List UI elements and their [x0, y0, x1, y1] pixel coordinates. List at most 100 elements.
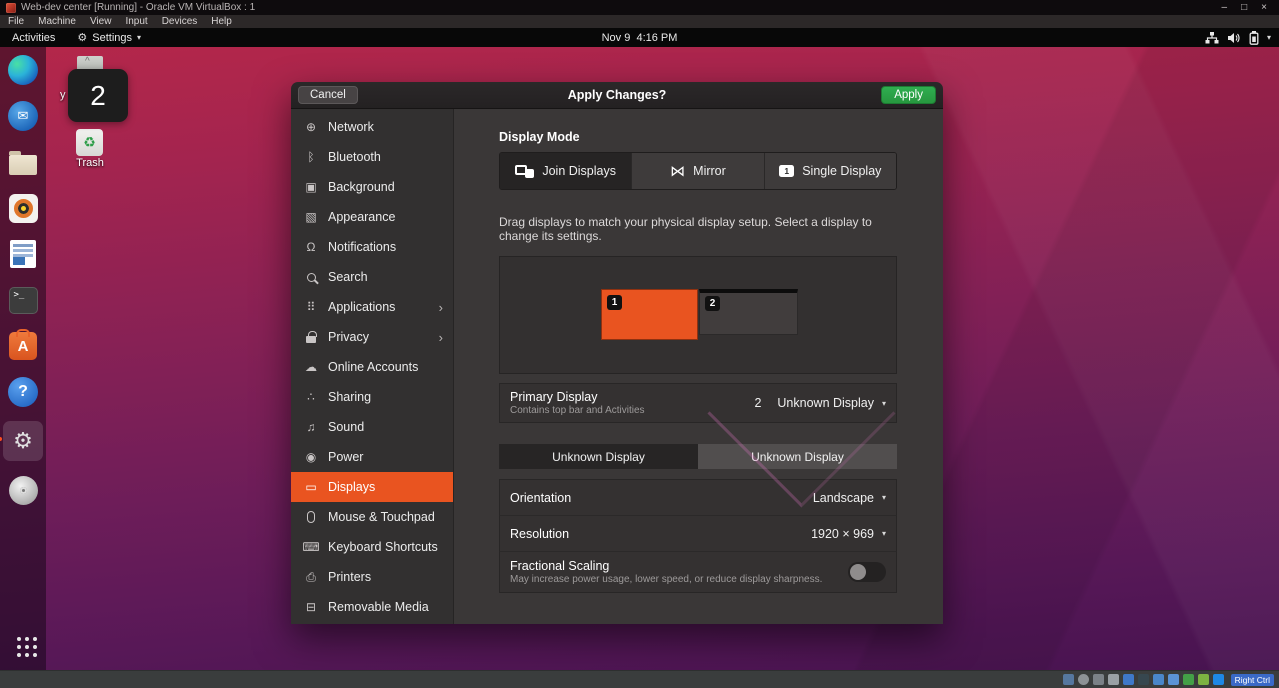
app-menu-button[interactable]: ⚙ Settings ▾ [67, 28, 151, 47]
single-display-button[interactable]: 1 Single Display [765, 153, 896, 189]
online-accounts-icon: ☁ [303, 360, 319, 374]
monitor-2[interactable]: 2 [699, 289, 798, 335]
edge-browser-icon [8, 55, 38, 85]
sidebar-item-keyboard-shortcuts[interactable]: ⌨Keyboard Shortcuts [291, 532, 453, 562]
clock: Nov 9 4:16 PM [0, 32, 1279, 44]
dock-item-libreoffice-writer[interactable] [6, 237, 40, 271]
dock-item-edge-browser[interactable] [6, 53, 40, 87]
dock-item-terminal[interactable]: >_ [6, 283, 40, 317]
orientation-row[interactable]: Orientation Landscape ▾ [499, 479, 897, 515]
mode-label: Single Display [802, 164, 881, 178]
resolution-dropdown[interactable]: 1920 × 969 ▾ [811, 527, 886, 541]
mouse-integration-icon[interactable] [1198, 674, 1209, 685]
sidebar-item-applications[interactable]: ⠿Applications› [291, 292, 453, 322]
sidebar-item-online-accounts[interactable]: ☁Online Accounts [291, 352, 453, 382]
menu-devices[interactable]: Devices [162, 16, 198, 27]
close-button[interactable]: × [1261, 2, 1267, 13]
primary-display-row[interactable]: Primary Display Contains top bar and Act… [499, 383, 897, 423]
minimize-button[interactable]: – [1222, 2, 1228, 13]
sidebar-item-appearance[interactable]: ▧Appearance [291, 202, 453, 232]
sidebar-item-search[interactable]: Search [291, 262, 453, 292]
menu-input[interactable]: Input [125, 16, 147, 27]
features-icon[interactable] [1183, 674, 1194, 685]
audio-icon[interactable] [1093, 674, 1104, 685]
toggle-knob [850, 564, 866, 580]
sidebar-item-sharing[interactable]: ∴Sharing [291, 382, 453, 412]
shared-folders-icon[interactable] [1138, 674, 1149, 685]
orientation-dropdown[interactable]: Landscape ▾ [813, 491, 886, 505]
monitor-2-badge: 2 [705, 296, 720, 311]
dock-item-thunderbird[interactable]: ✉ [6, 99, 40, 133]
keyboard-status-icon[interactable] [1213, 674, 1224, 685]
monitor-1-badge: 1 [607, 295, 622, 310]
sidebar-item-mouse-touchpad[interactable]: Mouse & Touchpad [291, 502, 453, 532]
sidebar-item-removable-media[interactable]: ⊟Removable Media [291, 592, 453, 622]
primary-display-sublabel: Contains top bar and Activities [510, 405, 645, 416]
sidebar-item-notifications[interactable]: ΩNotifications [291, 232, 453, 262]
sidebar-label: Keyboard Shortcuts [328, 540, 438, 554]
applications-icon: ⠿ [303, 300, 319, 314]
hard-disks-icon[interactable] [1063, 674, 1074, 685]
dock-item-disc[interactable] [6, 473, 40, 507]
primary-display-dropdown[interactable]: 2 Unknown Display ▾ [754, 396, 886, 410]
menu-view[interactable]: View [90, 16, 112, 27]
optical-drives-icon[interactable] [1078, 674, 1089, 685]
maximize-button[interactable]: □ [1241, 2, 1247, 13]
display-selector-tabs: Unknown Display Unknown Display [499, 444, 897, 469]
cancel-button[interactable]: Cancel [298, 86, 358, 104]
mode-label: Mirror [693, 164, 726, 178]
sidebar-item-displays[interactable]: ▭Displays [291, 472, 453, 502]
help-icon: ? [8, 377, 38, 407]
sidebar-item-network[interactable]: ⊕Network [291, 112, 453, 142]
apply-button[interactable]: Apply [881, 86, 936, 104]
terminal-icon: >_ [9, 287, 38, 314]
recording-icon[interactable] [1168, 674, 1179, 685]
join-displays-icon [515, 165, 534, 178]
dock-item-files[interactable] [6, 145, 40, 179]
display-number-osd: 2 [68, 69, 128, 122]
dock: ✉ >_ A ? ⚙ [0, 47, 46, 670]
usb-icon[interactable] [1123, 674, 1134, 685]
menu-help[interactable]: Help [211, 16, 232, 27]
appearance-icon: ▧ [303, 210, 319, 224]
clock-button[interactable]: Nov 9 4:16 PM [602, 32, 678, 44]
activities-button[interactable]: Activities [0, 28, 67, 47]
resolution-row[interactable]: Resolution 1920 × 969 ▾ [499, 515, 897, 551]
sidebar-item-privacy[interactable]: Privacy› [291, 322, 453, 352]
vbox-menubar: File Machine View Input Devices Help [0, 15, 1279, 28]
join-displays-button[interactable]: Join Displays [500, 153, 632, 189]
displays-panel: Display Mode Join Displays ⋈ Mirror 1 [454, 109, 943, 624]
mirror-button[interactable]: ⋈ Mirror [632, 153, 764, 189]
sidebar-label: Power [328, 450, 363, 464]
menu-machine[interactable]: Machine [38, 16, 76, 27]
vbox-statusbar: Right Ctrl [0, 670, 1279, 688]
host-key-badge: Right Ctrl [1231, 674, 1274, 686]
sidebar-item-background[interactable]: ▣Background [291, 172, 453, 202]
display-tab-1[interactable]: Unknown Display [499, 444, 698, 469]
dock-item-help[interactable]: ? [6, 375, 40, 409]
drag-hint-text: Drag displays to match your physical dis… [499, 215, 897, 243]
display-tab-2[interactable]: Unknown Display [698, 444, 897, 469]
trash-icon[interactable]: ♻ [76, 129, 103, 156]
dock-item-settings[interactable]: ⚙ [3, 421, 43, 461]
network-adapter-icon[interactable] [1108, 674, 1119, 685]
sidebar-item-sound[interactable]: ♫Sound [291, 412, 453, 442]
window-headerbar: Cancel Apply Changes? Apply [291, 82, 943, 109]
fractional-scaling-toggle[interactable] [848, 562, 886, 582]
dock-item-ubuntu-software[interactable]: A [6, 329, 40, 363]
sidebar-item-printers[interactable]: ⎙Printers [291, 562, 453, 592]
system-status-area[interactable]: ▾ [1205, 28, 1271, 47]
ubuntu-software-icon: A [9, 332, 37, 360]
monitor-1[interactable]: 1 [601, 289, 698, 340]
show-applications-button[interactable] [6, 626, 40, 660]
app-menu-label: Settings [92, 32, 132, 44]
dock-item-rhythmbox[interactable] [6, 191, 40, 225]
primary-display-label: Primary Display [510, 390, 645, 404]
menu-file[interactable]: File [8, 16, 24, 27]
display-status-icon[interactable] [1153, 674, 1164, 685]
sidebar-item-power[interactable]: ◉Power [291, 442, 453, 472]
battery-icon [1249, 31, 1259, 45]
single-display-icon: 1 [779, 165, 794, 177]
gnome-top-bar: Activities ⚙ Settings ▾ Nov 9 4:16 PM ▾ [0, 28, 1279, 47]
sidebar-item-bluetooth[interactable]: ᛒBluetooth [291, 142, 453, 172]
